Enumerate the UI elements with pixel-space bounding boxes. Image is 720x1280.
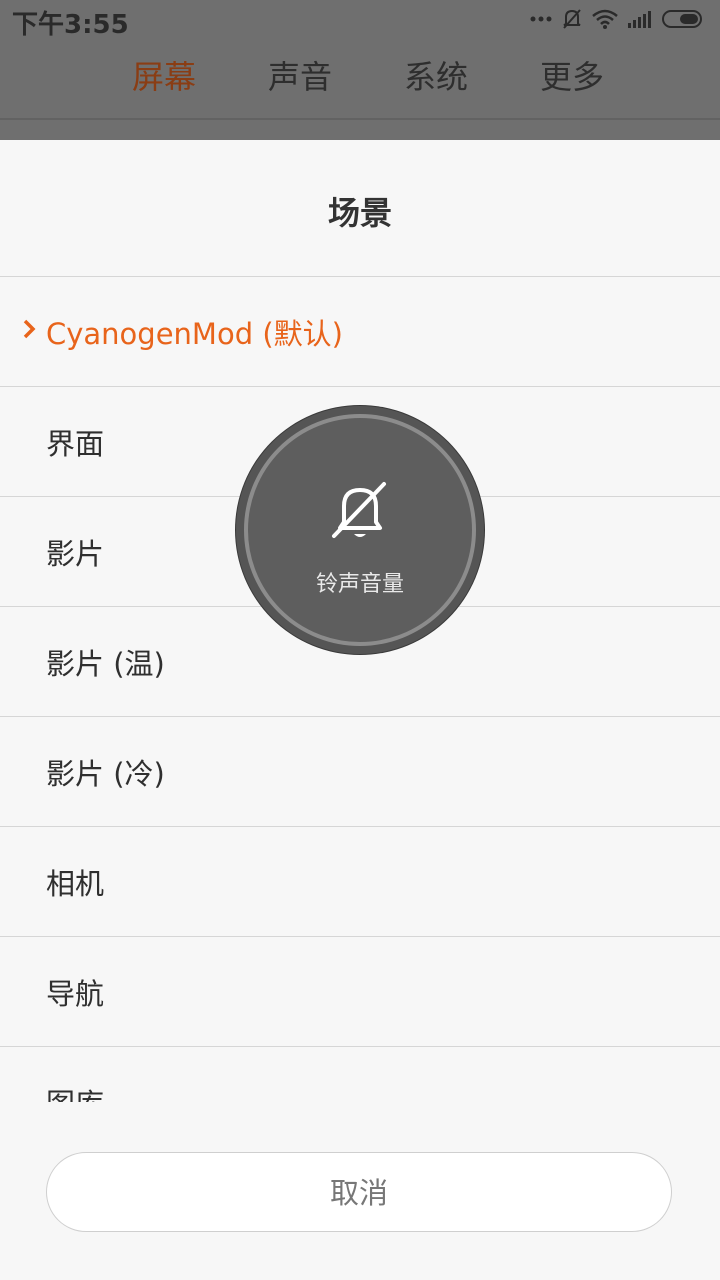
bell-off-icon <box>563 9 581 29</box>
bell-muted-icon <box>332 482 386 538</box>
list-item-label: 影片 (冷) <box>46 757 165 791</box>
list-item-label: 影片 <box>46 537 105 571</box>
list-item-label: CyanogenMod (默认) <box>46 317 343 351</box>
list-item-label: 图库 <box>46 1081 104 1102</box>
tab-system[interactable]: 系统 <box>366 52 506 98</box>
list-item-movie-cold[interactable]: 影片 (冷) <box>0 716 720 826</box>
status-icons <box>530 8 704 30</box>
list-item-gallery[interactable]: 图库 <box>0 1046 720 1102</box>
tab-sound[interactable]: 声音 <box>230 52 370 98</box>
status-time: 下午3:55 <box>12 10 129 40</box>
list-item-cyanogenmod[interactable]: CyanogenMod (默认) <box>0 276 720 386</box>
wifi-icon <box>592 9 618 29</box>
list-item-label: 相机 <box>46 867 105 901</box>
list-item-label: 影片 (温) <box>46 647 165 681</box>
battery-icon <box>662 10 702 28</box>
list-item-label: 导航 <box>46 977 105 1011</box>
scene-dialog: 场景 CyanogenMod (默认) 界面 影片 影片 (温) 影片 (冷) … <box>0 140 720 1280</box>
cancel-button[interactable]: 取消 <box>46 1152 672 1232</box>
more-dots-icon <box>530 16 552 22</box>
divider <box>0 118 720 120</box>
volume-overlay: 铃声音量 <box>236 406 484 654</box>
list-item-camera[interactable]: 相机 <box>0 826 720 936</box>
tab-bar: 屏幕 声音 系统 更多 <box>0 52 720 112</box>
scene-list[interactable]: CyanogenMod (默认) 界面 影片 影片 (温) 影片 (冷) 相机 … <box>0 276 720 1102</box>
list-item-navigation[interactable]: 导航 <box>0 936 720 1046</box>
signal-icon <box>628 11 651 28</box>
status-bar: 下午3:55 <box>0 0 720 40</box>
chevron-right-icon <box>23 319 36 339</box>
dialog-title: 场景 <box>327 194 392 232</box>
list-item-label: 界面 <box>46 427 105 461</box>
tab-more[interactable]: 更多 <box>502 52 642 98</box>
tab-screen[interactable]: 屏幕 <box>94 52 234 98</box>
volume-label: 铃声音量 <box>315 572 404 597</box>
